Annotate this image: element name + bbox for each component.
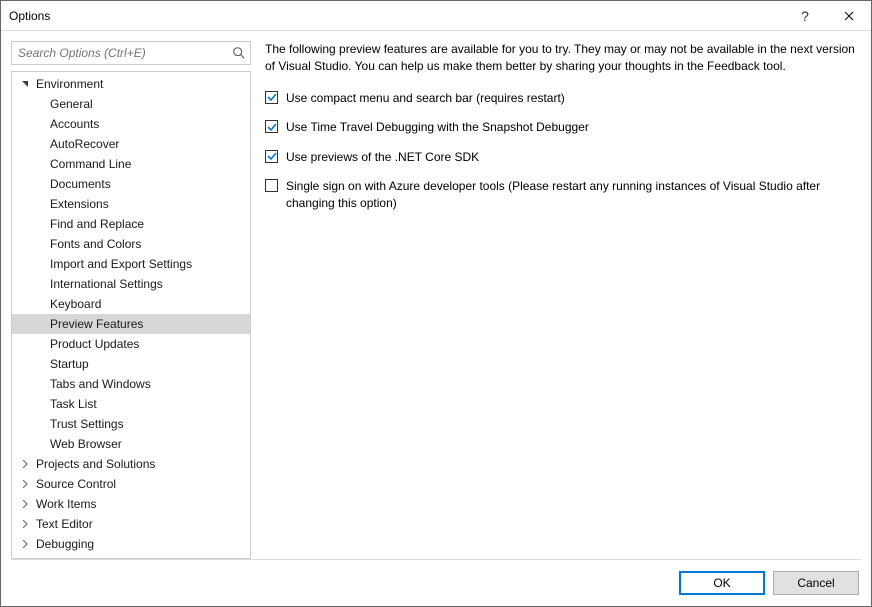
check-icon	[267, 122, 277, 132]
tree-child-trust-settings[interactable]: Trust Settings	[12, 414, 250, 434]
tree-child-extensions[interactable]: Extensions	[12, 194, 250, 214]
content-area: Environment General Accounts AutoRecover Com…	[1, 31, 871, 559]
ok-button[interactable]: OK	[679, 571, 765, 595]
option-label: Use previews of the .NET Core SDK	[286, 149, 857, 166]
window-title: Options	[9, 9, 783, 23]
close-icon	[844, 11, 854, 21]
tree-item-label: Projects and Solutions	[34, 457, 155, 471]
tree-item-label: Command Line	[48, 157, 131, 171]
tree-child-web-browser[interactable]: Web Browser	[12, 434, 250, 454]
tree-child-autorecover[interactable]: AutoRecover	[12, 134, 250, 154]
left-panel: Environment General Accounts AutoRecover Com…	[11, 41, 251, 559]
cancel-button[interactable]: Cancel	[773, 571, 859, 595]
tree-child-tabs-and-windows[interactable]: Tabs and Windows	[12, 374, 250, 394]
tree-node-text-editor[interactable]: Text Editor	[12, 514, 250, 534]
tree-node-debugging[interactable]: Debugging	[12, 534, 250, 554]
chevron-down-icon[interactable]	[18, 77, 32, 91]
tree-child-general[interactable]: General	[12, 94, 250, 114]
tree-child-command-line[interactable]: Command Line	[12, 154, 250, 174]
tree-child-find-and-replace[interactable]: Find and Replace	[12, 214, 250, 234]
tree-child-fonts-and-colors[interactable]: Fonts and Colors	[12, 234, 250, 254]
options-tree: Environment General Accounts AutoRecover Com…	[11, 71, 251, 559]
tree-item-label: AutoRecover	[48, 137, 119, 151]
tree-item-label: Accounts	[48, 117, 99, 131]
panel-description: The following preview features are avail…	[265, 41, 857, 76]
check-icon	[267, 92, 277, 102]
check-icon	[267, 151, 277, 161]
tree-item-label: Startup	[48, 357, 89, 371]
checkbox[interactable]	[265, 150, 278, 163]
tree-node-source-control[interactable]: Source Control	[12, 474, 250, 494]
chevron-right-icon[interactable]	[18, 517, 32, 531]
chevron-right-icon[interactable]	[18, 537, 32, 551]
tree-item-label: Fonts and Colors	[48, 237, 141, 251]
tree-scroll[interactable]: Environment General Accounts AutoRecover Com…	[12, 72, 250, 558]
tree-node-environment[interactable]: Environment	[12, 74, 250, 94]
search-icon	[232, 46, 246, 60]
tree-child-accounts[interactable]: Accounts	[12, 114, 250, 134]
tree-item-label: Text Editor	[34, 517, 93, 531]
dialog-footer: OK Cancel	[1, 560, 871, 606]
tree-item-label: Keyboard	[48, 297, 101, 311]
chevron-right-icon[interactable]	[18, 477, 32, 491]
preview-options-list: Use compact menu and search bar (require…	[265, 90, 857, 225]
checkbox[interactable]	[265, 179, 278, 192]
tree-item-label: Preview Features	[48, 317, 143, 331]
tree-item-label: Web Browser	[48, 437, 122, 451]
tree-item-label: Find and Replace	[48, 217, 144, 231]
close-button[interactable]	[827, 1, 871, 31]
tree-item-label: General	[48, 97, 93, 111]
tree-item-label: Source Control	[34, 477, 116, 491]
right-panel: The following preview features are avail…	[265, 41, 861, 559]
tree-child-import-and-export-settings[interactable]: Import and Export Settings	[12, 254, 250, 274]
help-button[interactable]: ?	[783, 1, 827, 31]
option-label: Use Time Travel Debugging with the Snaps…	[286, 119, 857, 136]
tree-child-product-updates[interactable]: Product Updates	[12, 334, 250, 354]
option-row-1: Use Time Travel Debugging with the Snaps…	[265, 119, 857, 136]
tree-item-label: Environment	[34, 77, 103, 91]
option-label: Use compact menu and search bar (require…	[286, 90, 857, 107]
tree-node-work-items[interactable]: Work Items	[12, 494, 250, 514]
option-label: Single sign on with Azure developer tool…	[286, 178, 857, 213]
chevron-right-icon[interactable]	[18, 457, 32, 471]
tree-item-label: Import and Export Settings	[48, 257, 192, 271]
tree-child-keyboard[interactable]: Keyboard	[12, 294, 250, 314]
tree-item-label: Task List	[48, 397, 97, 411]
tree-item-label: Product Updates	[48, 337, 139, 351]
option-row-2: Use previews of the .NET Core SDK	[265, 149, 857, 166]
checkbox[interactable]	[265, 120, 278, 133]
chevron-right-icon[interactable]	[18, 497, 32, 511]
tree-node-projects-and-solutions[interactable]: Projects and Solutions	[12, 454, 250, 474]
tree-child-preview-features[interactable]: Preview Features	[12, 314, 250, 334]
titlebar: Options ?	[1, 1, 871, 31]
search-input[interactable]	[16, 45, 232, 61]
tree-item-label: Debugging	[34, 537, 94, 551]
tree-item-label: Tabs and Windows	[48, 377, 151, 391]
checkbox[interactable]	[265, 91, 278, 104]
option-row-0: Use compact menu and search bar (require…	[265, 90, 857, 107]
tree-item-label: International Settings	[48, 277, 163, 291]
tree-item-label: Trust Settings	[48, 417, 124, 431]
tree-child-startup[interactable]: Startup	[12, 354, 250, 374]
tree-item-label: Documents	[48, 177, 111, 191]
tree-child-task-list[interactable]: Task List	[12, 394, 250, 414]
tree-item-label: Extensions	[48, 197, 109, 211]
tree-child-documents[interactable]: Documents	[12, 174, 250, 194]
tree-child-international-settings[interactable]: International Settings	[12, 274, 250, 294]
option-row-3: Single sign on with Azure developer tool…	[265, 178, 857, 213]
help-icon: ?	[801, 8, 809, 24]
search-box[interactable]	[11, 41, 251, 65]
tree-item-label: Work Items	[34, 497, 96, 511]
